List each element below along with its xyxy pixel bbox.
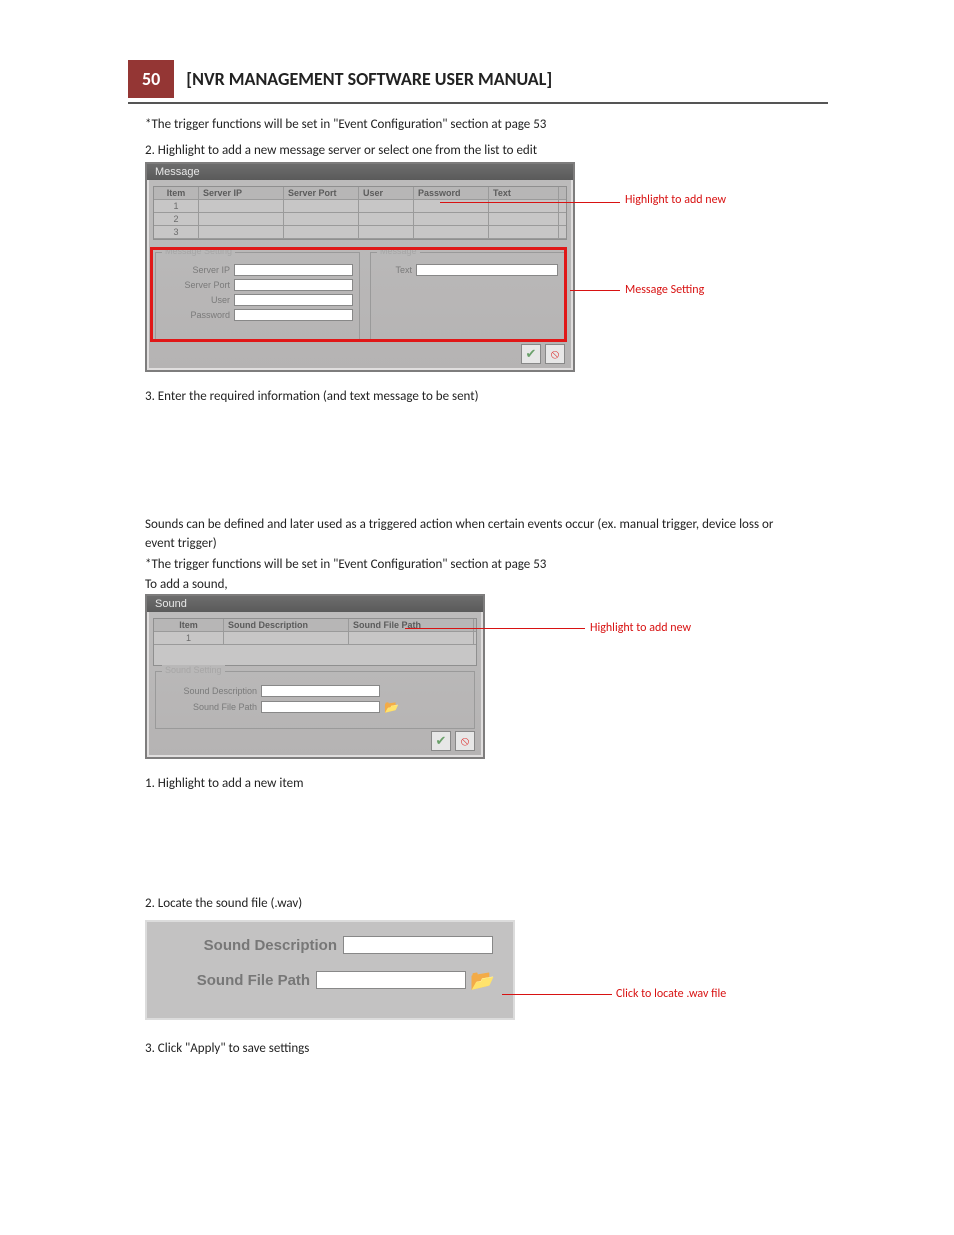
col-item: Item <box>154 187 199 199</box>
col-server-port: Server Port <box>284 187 359 199</box>
cancel-button[interactable]: ⦸ <box>455 731 475 751</box>
label-server-ip: Server IP <box>162 265 230 275</box>
text-sound-intro: Sounds can be defined and later used as … <box>145 516 805 554</box>
text-sound-step2: 2. Locate the sound file (.wav) <box>145 895 805 914</box>
zoom-label-desc: Sound Description <box>147 937 337 954</box>
apply-button[interactable]: ✔ <box>521 344 541 364</box>
callout-sound-highlight: Highlight to add new <box>590 620 691 637</box>
sound-desc-field[interactable] <box>261 685 380 697</box>
page-header: 50 [NVR MANAGEMENT SOFTWARE USER MANUAL] <box>128 60 828 104</box>
cell-item: 1 <box>154 632 224 644</box>
col-item: Item <box>154 619 224 631</box>
sound-setting-zoom: Sound Description Sound File Path 📂 <box>145 920 515 1020</box>
sound-dialog: Sound Item Sound Description Sound File … <box>145 594 485 759</box>
label-server-port: Server Port <box>162 280 230 290</box>
user-field[interactable] <box>234 294 353 306</box>
callout-setting: Message Setting <box>625 282 704 299</box>
text-msg-trigger: *The trigger functions will be set in "E… <box>145 116 805 135</box>
sound-grid-header: Item Sound Description Sound File Path <box>154 619 476 632</box>
message-dialog-title: Message <box>147 164 573 180</box>
sound-path-field[interactable] <box>261 701 380 713</box>
cell-item: 2 <box>154 213 199 225</box>
label-text: Text <box>377 265 412 275</box>
group-message-text: Message Text <box>370 252 565 342</box>
label-user: User <box>162 295 230 305</box>
check-icon: ✔ <box>526 346 537 362</box>
group-sound-setting: Sound Setting Sound Description Sound Fi… <box>155 671 475 729</box>
label-sound-path: Sound File Path <box>162 702 257 712</box>
table-row[interactable]: 3 <box>154 226 566 239</box>
table-row[interactable]: 2 <box>154 213 566 226</box>
sound-path-field[interactable] <box>316 971 466 989</box>
page-number: 50 <box>128 60 174 98</box>
callout-highlight: Highlight to add new <box>625 192 726 209</box>
callout-line <box>502 994 612 995</box>
apply-button[interactable]: ✔ <box>431 731 451 751</box>
col-text: Text <box>489 187 559 199</box>
message-grid[interactable]: Item Server IP Server Port User Password… <box>153 186 567 240</box>
callout-line <box>405 628 585 629</box>
text-sound-step1: 1. Highlight to add a new item <box>145 775 805 794</box>
folder-icon: 📂 <box>470 968 495 993</box>
text-field[interactable] <box>416 264 558 276</box>
text-sound-trigger: *The trigger functions will be set in "E… <box>145 556 805 575</box>
text-msg-info: 3. Enter the required information (and t… <box>145 388 805 407</box>
col-server-ip: Server IP <box>199 187 284 199</box>
text-sound-add: To add a sound, <box>145 576 805 595</box>
message-dialog: Message Item Server IP Server Port User … <box>145 162 575 372</box>
group-title-message-setting: Message Setting <box>162 246 235 256</box>
cell-item: 3 <box>154 226 199 238</box>
sound-grid[interactable]: Item Sound Description Sound File Path 1 <box>153 618 477 666</box>
callout-zoom-locate: Click to locate .wav file <box>616 986 816 1003</box>
cancel-icon: ⦸ <box>551 346 559 362</box>
message-grid-header: Item Server IP Server Port User Password… <box>154 187 566 200</box>
col-password: Password <box>414 187 489 199</box>
callout-line <box>440 202 620 203</box>
page-title: [NVR MANAGEMENT SOFTWARE USER MANUAL] <box>186 68 552 90</box>
col-path: Sound File Path <box>349 619 474 631</box>
group-title-sound-setting: Sound Setting <box>162 665 225 675</box>
label-sound-desc: Sound Description <box>162 686 257 696</box>
browse-button[interactable]: 📂 <box>470 968 495 992</box>
password-field[interactable] <box>234 309 353 321</box>
check-icon: ✔ <box>436 733 447 749</box>
text-sound-step3: 3. Click "Apply" to save settings <box>145 1040 805 1059</box>
text-msg-highlight: 2. Highlight to add a new message server… <box>145 142 805 161</box>
grid-empty-area <box>154 645 476 665</box>
cancel-button[interactable]: ⦸ <box>545 344 565 364</box>
col-desc: Sound Description <box>224 619 349 631</box>
sound-desc-field[interactable] <box>343 936 493 954</box>
server-ip-field[interactable] <box>234 264 353 276</box>
callout-line <box>570 290 620 291</box>
cancel-icon: ⦸ <box>461 733 469 749</box>
zoom-label-path: Sound File Path <box>147 972 310 989</box>
table-row[interactable]: 1 <box>154 632 476 645</box>
label-password: Password <box>162 310 230 320</box>
col-user: User <box>359 187 414 199</box>
group-title-message: Message <box>377 246 420 256</box>
browse-icon[interactable]: 📂 <box>384 700 399 714</box>
cell-item: 1 <box>154 200 199 212</box>
group-message-setting: Message Setting Server IP Server Port Us… <box>155 252 360 342</box>
server-port-field[interactable] <box>234 279 353 291</box>
sound-dialog-title: Sound <box>147 596 483 612</box>
